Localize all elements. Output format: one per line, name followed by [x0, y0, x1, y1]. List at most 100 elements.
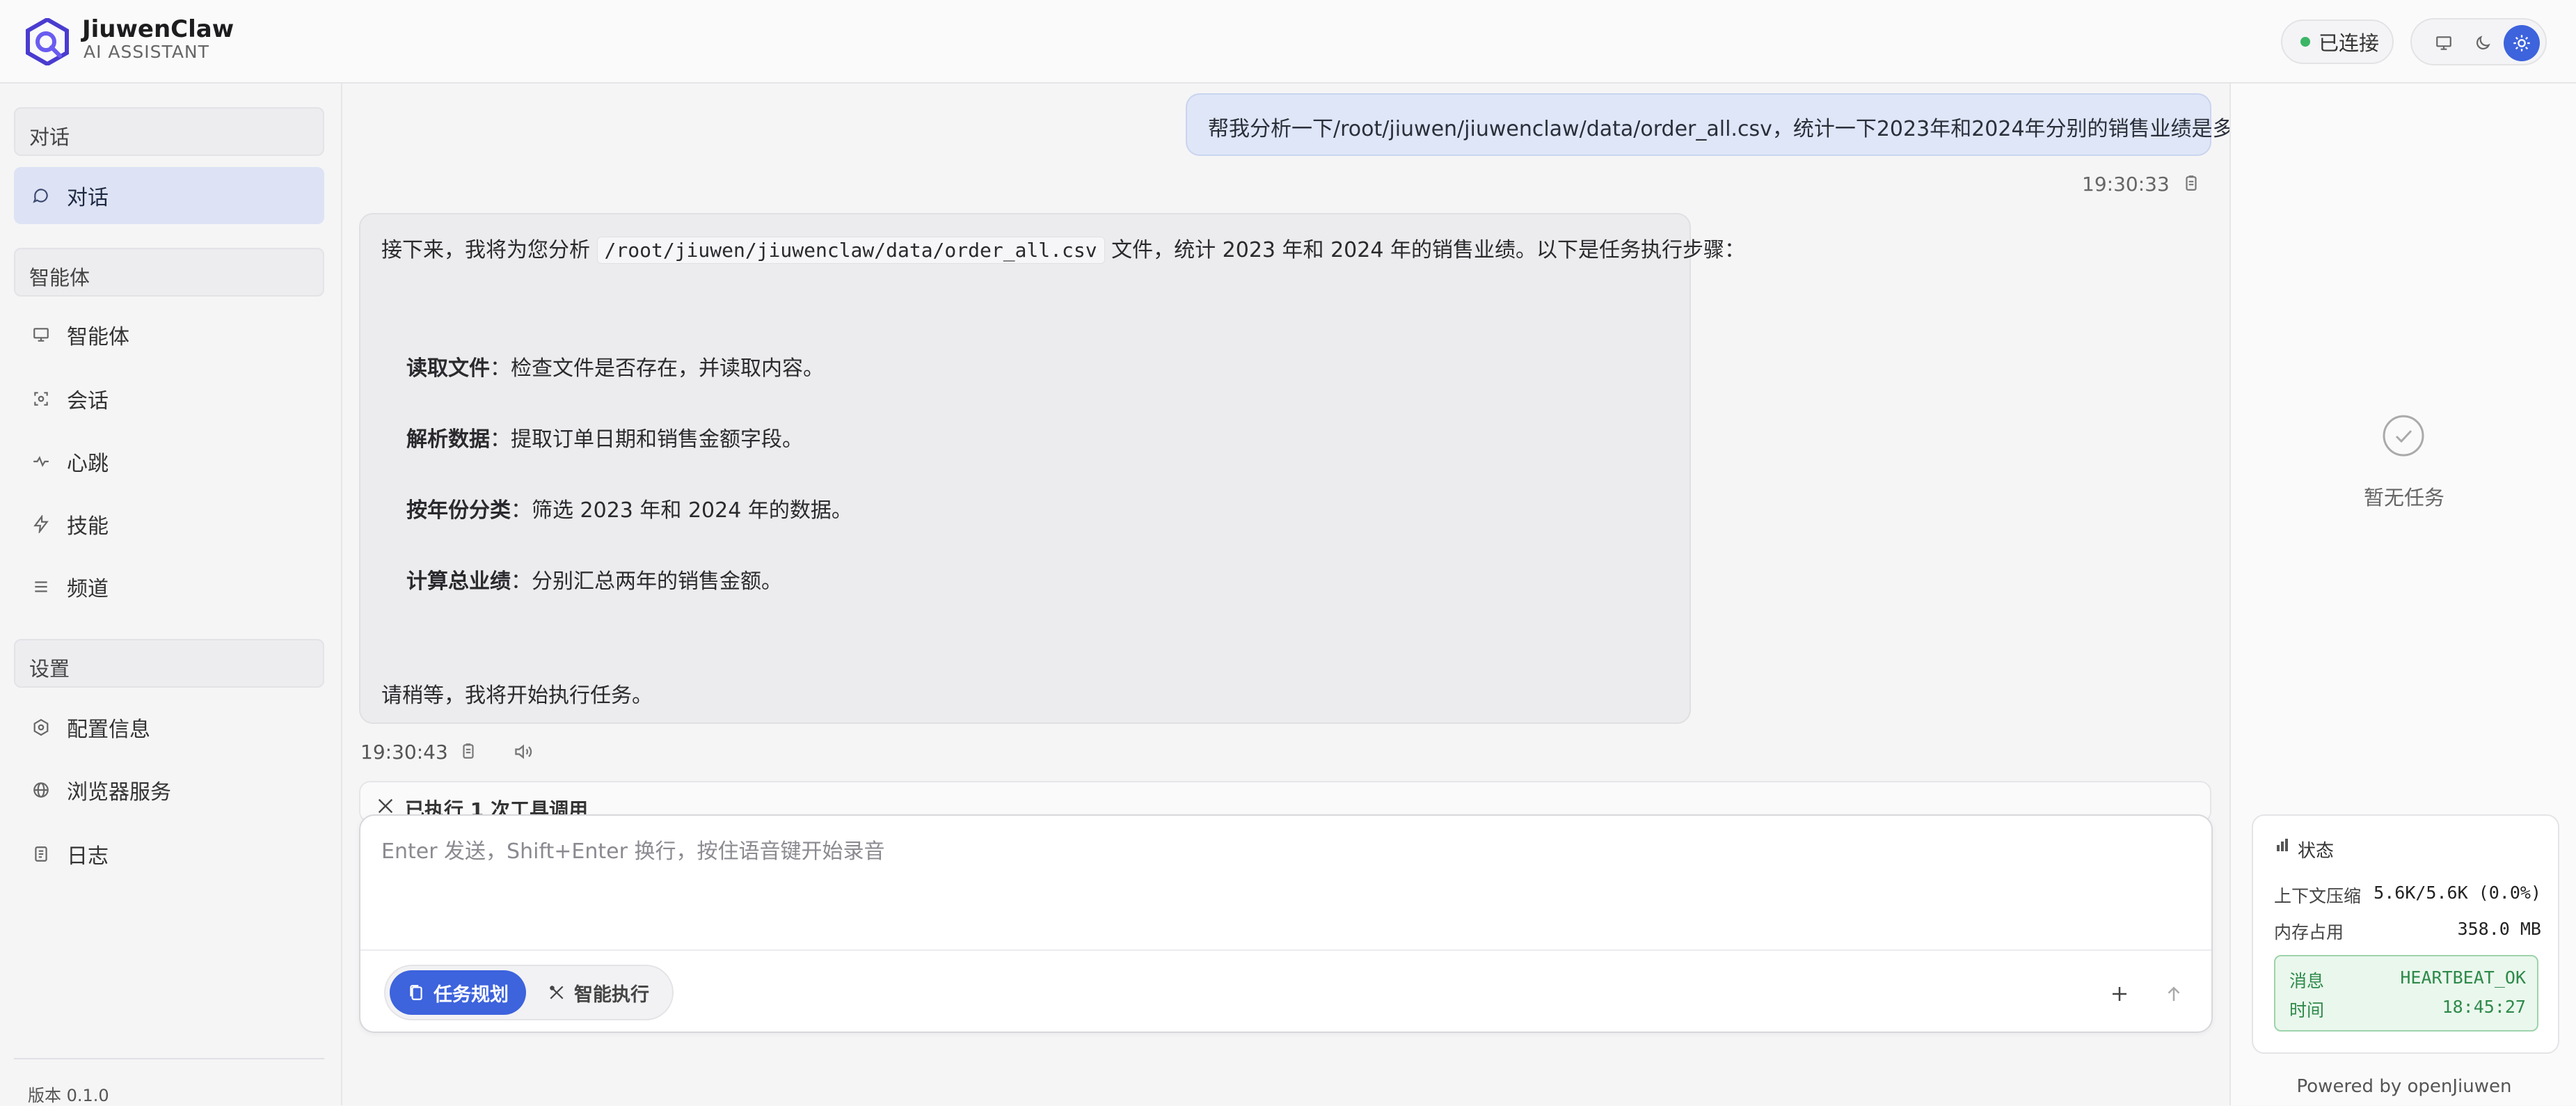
heartbeat-time-row: 时间 18:45:27 — [2289, 997, 2526, 1022]
task-step-title: 按年份分类 — [406, 498, 511, 523]
heartbeat-label: 消息 — [2289, 971, 2325, 991]
status-card: 状态 上下文压缩 5.6K/5.6K (0.0%) 内存占用 358.0 MB … — [2252, 814, 2559, 1054]
heartbeat-value: 18:45:27 — [2442, 997, 2526, 1017]
sidebar-item-label: 频道 — [67, 577, 109, 601]
clipboard-icon — [410, 985, 422, 1000]
task-step-title: 计算总业绩 — [406, 569, 511, 594]
file-path-code: /root/jiuwen/jiuwenclaw/data/order_all.c… — [596, 237, 1105, 264]
sidebar-item-browser-service[interactable]: 浏览器服务 — [14, 761, 324, 819]
sidebar-item-label: 会话 — [67, 389, 109, 413]
stat-value: 5.6K/5.6K (0.0%) — [2374, 883, 2541, 903]
status-title: 状态 — [2298, 841, 2335, 862]
chat-input[interactable] — [381, 834, 2191, 938]
sun-icon — [2513, 35, 2530, 52]
session-icon — [31, 388, 51, 409]
sidebar-item-heartbeat[interactable]: 心跳 — [14, 433, 324, 490]
assistant-closing: 请稍等，我将开始执行任务。 — [381, 684, 653, 708]
task-planning-label: 任务规划 — [434, 983, 509, 1006]
connection-status-badge: 已连接 — [2281, 19, 2394, 64]
connection-status-text: 已连接 — [2319, 31, 2380, 55]
top-bar: JiuwenClaw AI ASSISTANT 已连接 — [0, 0, 2576, 84]
sidebar-item-logs[interactable]: 日志 — [14, 825, 324, 883]
theme-mode-switcher — [2410, 18, 2547, 65]
smart-execute-label: 智能执行 — [574, 983, 649, 1006]
user-message-time: 19:30:33 — [2082, 173, 2170, 196]
sidebar-item-label: 浏览器服务 — [67, 780, 171, 805]
sidebar-item-label: 对话 — [67, 186, 109, 210]
smart-execute-button[interactable]: 智能执行 — [530, 970, 667, 1015]
assistant-message-bubble: 接下来，我将为您分析 /root/jiuwen/jiuwenclaw/data/… — [359, 213, 1745, 724]
sidebar-item-chat[interactable]: 对话 — [14, 167, 324, 224]
send-button[interactable] — [2158, 979, 2189, 1009]
sidebar-item-label: 心跳 — [67, 452, 109, 476]
copy-icon[interactable] — [2182, 174, 2200, 192]
assistant-message-time: 19:30:43 — [360, 741, 448, 764]
stat-row-memory: 内存占用 358.0 MB — [2274, 919, 2541, 944]
assistant-intro: 接下来，我将为您分析 /root/jiuwen/jiuwenclaw/data/… — [381, 232, 1745, 264]
task-step: 解析数据：提取订单日期和销售金额字段。 — [406, 422, 803, 452]
version-label: 版本 0.1.0 — [28, 1086, 109, 1105]
sidebar-item-sessions[interactable]: 会话 — [14, 370, 324, 427]
sidebar-item-label: 日志 — [67, 844, 109, 869]
sidebar-item-channels[interactable]: 频道 — [14, 558, 324, 615]
chat-area: 帮我分析一下/root/jiuwen/jiuwenclaw/data/order… — [342, 84, 2265, 1105]
globe-icon — [31, 780, 51, 800]
intro-text: 文件，统计 2023 年和 2024 年的销售业绩。以下是任务执行步骤： — [1111, 238, 1745, 262]
stat-value: 358.0 MB — [2457, 919, 2541, 939]
gear-icon — [31, 717, 51, 738]
powered-by: Powered by openJiuwen — [2296, 1076, 2512, 1097]
sidebar-section-agents: 智能体 — [14, 248, 324, 297]
sidebar-item-agents[interactable]: 智能体 — [14, 306, 324, 363]
sidebar-item-config[interactable]: 配置信息 — [14, 699, 324, 756]
list-icon — [31, 576, 51, 597]
monitor-icon — [31, 324, 51, 345]
add-attachment-button[interactable] — [2104, 979, 2135, 1009]
moon-icon — [2476, 35, 2490, 50]
stat-label: 内存占用 — [2274, 922, 2344, 942]
task-step-desc: ：提取订单日期和销售金额字段。 — [490, 427, 803, 452]
task-step-title: 读取文件 — [406, 356, 490, 381]
sidebar-item-skills[interactable]: 技能 — [14, 496, 324, 553]
dark-theme-button[interactable] — [2465, 25, 2501, 61]
composer-divider — [360, 949, 2211, 951]
plus-icon — [2113, 987, 2126, 1001]
task-step: 按年份分类：筛选 2023 年和 2024 年的数据。 — [406, 493, 852, 523]
task-step-title: 解析数据 — [406, 427, 490, 452]
sidebar-section-settings: 设置 — [14, 639, 324, 688]
task-step: 读取文件：检查文件是否存在，并读取内容。 — [406, 351, 824, 381]
task-step-desc: ：筛选 2023 年和 2024 年的数据。 — [511, 498, 852, 523]
heartbeat-label: 时间 — [2289, 1000, 2325, 1020]
jiuwenclaw-logo-icon — [26, 18, 69, 65]
check-circle-icon — [2383, 415, 2424, 457]
system-theme-button[interactable] — [2426, 25, 2462, 61]
sidebar-item-label: 技能 — [67, 514, 109, 539]
speaker-icon[interactable] — [514, 742, 534, 761]
tools-icon — [378, 798, 393, 814]
status-dot-icon — [2300, 37, 2310, 47]
tools-icon — [550, 986, 564, 1000]
chat-bubble-icon — [31, 185, 51, 206]
heartbeat-value: HEARTBEAT_OK — [2400, 967, 2526, 988]
lightning-icon — [31, 514, 51, 535]
arrow-up-icon — [2168, 986, 2180, 1001]
brand-name: JiuwenClaw — [82, 15, 234, 43]
task-step: 计算总业绩：分别汇总两年的销售金额。 — [406, 564, 782, 594]
no-tasks-text: 暂无任务 — [2363, 486, 2444, 509]
user-message-bubble: 帮我分析一下/root/jiuwen/jiuwenclaw/data/order… — [1186, 93, 2265, 156]
task-planning-button[interactable]: 任务规划 — [390, 970, 526, 1015]
sidebar: 对话 对话 智能体 智能体 会话 心跳 技能 频道 设置 配置信息 浏览器服务 … — [0, 84, 342, 1105]
task-step-desc: ：分别汇总两年的销售金额。 — [511, 569, 782, 594]
sidebar-section-chat: 对话 — [14, 107, 324, 156]
monitor-icon — [2436, 36, 2451, 50]
brand-subtitle: AI ASSISTANT — [84, 42, 209, 62]
pulse-icon — [31, 451, 51, 472]
sidebar-item-label: 配置信息 — [67, 718, 150, 742]
task-step-desc: ：检查文件是否存在，并读取内容。 — [490, 356, 824, 381]
copy-icon[interactable] — [459, 742, 477, 760]
message-composer: 任务规划 智能执行 — [359, 814, 2213, 1033]
light-theme-button[interactable] — [2504, 25, 2540, 61]
sidebar-divider — [14, 1058, 324, 1059]
right-panel: 暂无任务 状态 上下文压缩 5.6K/5.6K (0.0%) 内存占用 358.… — [2229, 84, 2576, 1105]
stat-label: 上下文压缩 — [2274, 886, 2362, 906]
stat-row-context: 上下文压缩 5.6K/5.6K (0.0%) — [2274, 883, 2541, 908]
